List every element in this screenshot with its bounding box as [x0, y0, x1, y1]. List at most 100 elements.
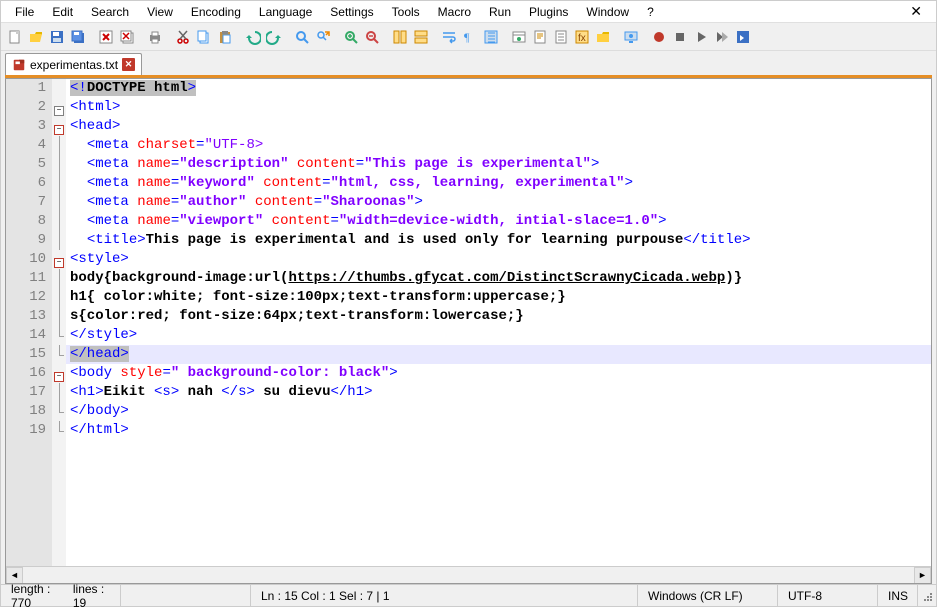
code-line[interactable]: <h1>Eikit <s> nah </s> su dievu</h1> — [70, 383, 927, 402]
horizontal-scrollbar[interactable]: ◄ ► — [6, 566, 931, 583]
code-line[interactable]: <head> — [70, 117, 927, 136]
toolbar-cut-button[interactable] — [173, 27, 193, 47]
toolbar-stop-macro-button[interactable] — [670, 27, 690, 47]
menu-edit[interactable]: Edit — [44, 3, 81, 21]
toolbar-close-all-button[interactable] — [117, 27, 137, 47]
menu-run[interactable]: Run — [481, 3, 519, 21]
svg-text:¶: ¶ — [464, 30, 470, 44]
code-line[interactable]: <title>This page is experimental and is … — [70, 231, 927, 250]
menu-file[interactable]: File — [7, 3, 42, 21]
code-line[interactable]: </style> — [70, 326, 927, 345]
code-line[interactable]: <meta name="keyword" content="html, css,… — [70, 174, 927, 193]
toolbar-zoom-out-button[interactable] — [362, 27, 382, 47]
toolbar-monitor-button[interactable] — [621, 27, 641, 47]
menu-plugins[interactable]: Plugins — [521, 3, 576, 21]
fold-toggle[interactable]: − — [54, 372, 64, 382]
toolbar-zoom-in-button[interactable] — [341, 27, 361, 47]
toolbar-save-button[interactable] — [47, 27, 67, 47]
menu-settings[interactable]: Settings — [322, 3, 381, 21]
paste-icon — [217, 29, 233, 45]
menu-help[interactable]: ? — [639, 3, 662, 21]
code-line[interactable]: <meta name="viewport" content="width=dev… — [70, 212, 927, 231]
toolbar-language-ui-button[interactable] — [509, 27, 529, 47]
toolbar-play-multi-button[interactable] — [712, 27, 732, 47]
fold-column: − − − − — [52, 79, 66, 566]
fold-toggle[interactable]: − — [54, 106, 64, 116]
menu-macro[interactable]: Macro — [430, 3, 479, 21]
function-list-icon: fx — [574, 29, 590, 45]
status-encoding: UTF-8 — [778, 585, 878, 606]
toolbar-doc-map-button[interactable] — [530, 27, 550, 47]
toolbar-function-list-button[interactable]: fx — [572, 27, 592, 47]
toolbar-play-macro-button[interactable] — [691, 27, 711, 47]
toolbar-indent-guide-button[interactable] — [481, 27, 501, 47]
toolbar-paste-button[interactable] — [215, 27, 235, 47]
status-position: Ln : 15 Col : 1 Sel : 7 | 1 — [251, 585, 638, 606]
toolbar-copy-button[interactable] — [194, 27, 214, 47]
resize-grip[interactable] — [918, 587, 936, 605]
zoom-out-icon — [364, 29, 380, 45]
code-line[interactable]: </html> — [70, 421, 927, 440]
window-close-button[interactable]: ✕ — [902, 3, 930, 20]
doc-list-icon — [553, 29, 569, 45]
toolbar-print-button[interactable] — [145, 27, 165, 47]
menu-view[interactable]: View — [139, 3, 181, 21]
code-line[interactable]: <style> — [70, 250, 927, 269]
menu-search[interactable]: Search — [83, 3, 137, 21]
tab-experimentas[interactable]: experimentas.txt ✕ — [5, 53, 142, 75]
tab-close-button[interactable]: ✕ — [122, 58, 135, 71]
code-line[interactable]: <meta charset="UTF-8> — [70, 136, 927, 155]
toolbar-sync-v-button[interactable] — [390, 27, 410, 47]
open-file-icon — [28, 29, 44, 45]
code-line[interactable]: body{background-image:url(https://thumbs… — [70, 269, 927, 288]
monitor-icon — [623, 29, 639, 45]
scroll-right-button[interactable]: ► — [914, 567, 931, 584]
toolbar-open-file-button[interactable] — [26, 27, 46, 47]
toolbar-record-macro-button[interactable] — [649, 27, 669, 47]
toolbar-save-macro-button[interactable] — [733, 27, 753, 47]
toolbar-undo-button[interactable] — [243, 27, 263, 47]
toolbar-find-button[interactable] — [292, 27, 312, 47]
toolbar: ¶ fx — [1, 23, 936, 51]
toolbar-close-button[interactable] — [96, 27, 116, 47]
toolbar-sync-h-button[interactable] — [411, 27, 431, 47]
play-multi-icon — [714, 29, 730, 45]
fold-toggle[interactable]: − — [54, 258, 64, 268]
toolbar-doc-list-button[interactable] — [551, 27, 571, 47]
toolbar-all-chars-button[interactable]: ¶ — [460, 27, 480, 47]
toolbar-new-file-button[interactable] — [5, 27, 25, 47]
code-line[interactable]: <!DOCTYPE html> — [70, 79, 927, 98]
toolbar-replace-button[interactable] — [313, 27, 333, 47]
code-line[interactable]: s{color:red; font-size:64px;text-transfo… — [70, 307, 927, 326]
all-chars-icon: ¶ — [462, 29, 478, 45]
code-line[interactable]: <meta name="author" content="Sharoonas"> — [70, 193, 927, 212]
code-line[interactable]: <meta name="description" content="This p… — [70, 155, 927, 174]
toolbar-redo-button[interactable] — [264, 27, 284, 47]
redo-icon — [266, 29, 282, 45]
menu-encoding[interactable]: Encoding — [183, 3, 249, 21]
menu-tools[interactable]: Tools — [384, 3, 428, 21]
play-macro-icon — [693, 29, 709, 45]
code-area[interactable]: <!DOCTYPE html><html><head> <meta charse… — [66, 79, 931, 566]
unsaved-file-icon — [12, 58, 26, 72]
code-line[interactable]: h1{ color:white; font-size:100px;text-tr… — [70, 288, 927, 307]
scroll-track[interactable] — [23, 567, 914, 584]
toolbar-folder-button[interactable] — [593, 27, 613, 47]
svg-text:fx: fx — [578, 33, 586, 44]
sync-v-icon — [392, 29, 408, 45]
toolbar-save-all-button[interactable] — [68, 27, 88, 47]
tab-filename: experimentas.txt — [30, 58, 118, 72]
menu-language[interactable]: Language — [251, 3, 320, 21]
app-window: File Edit Search View Encoding Language … — [0, 0, 937, 607]
code-line[interactable]: </body> — [70, 402, 927, 421]
fold-toggle[interactable]: − — [54, 125, 64, 135]
close-all-icon — [119, 29, 135, 45]
scroll-left-button[interactable]: ◄ — [6, 567, 23, 584]
toolbar-word-wrap-button[interactable] — [439, 27, 459, 47]
menu-window[interactable]: Window — [578, 3, 637, 21]
folder-icon — [595, 29, 611, 45]
code-line[interactable]: <html> — [70, 98, 927, 117]
indent-guide-icon — [483, 29, 499, 45]
record-macro-icon — [651, 29, 667, 45]
code-line[interactable]: <body style=" background-color: black"> — [70, 364, 927, 383]
